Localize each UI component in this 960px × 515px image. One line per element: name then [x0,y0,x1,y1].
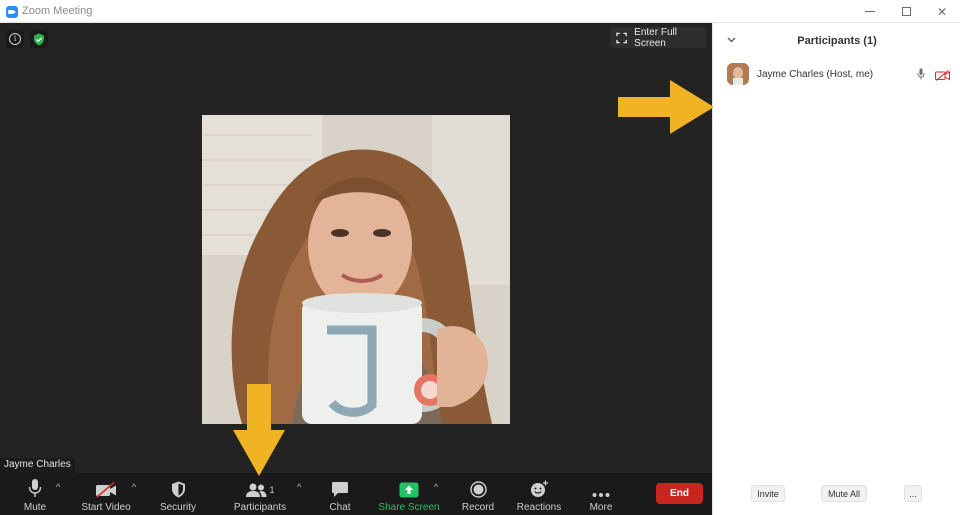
participant-row[interactable]: Jayme Charles (Host, me) [727,63,955,87]
close-button[interactable]: ✕ [924,0,960,23]
record-label: Record [461,502,495,513]
window-title: Zoom Meeting [22,5,93,17]
participants-panel-title-text: Participants (1) [797,35,877,47]
encryption-shield-button[interactable] [30,30,48,48]
title-bar: Zoom Meeting ✕ [0,0,960,23]
record-button[interactable]: Record [460,473,496,515]
reactions-label: Reactions [516,502,562,513]
enter-full-screen-button[interactable]: Enter Full Screen [610,26,706,49]
security-shield-icon [171,481,185,498]
video-area: i Enter Full Screen Jayme Charles [0,23,712,473]
participants-icon [246,483,267,497]
maximize-icon [901,7,911,16]
more-button[interactable]: More [586,473,616,515]
participant-video-image [202,115,510,424]
security-label: Security [159,502,197,513]
shield-check-icon [34,33,44,45]
security-button[interactable]: Security [158,473,198,515]
mute-button[interactable]: Mute [18,473,52,515]
mute-label: Mute [23,502,47,513]
mute-all-button[interactable]: Mute All [821,485,867,502]
reactions-button[interactable]: Reactions [516,473,562,515]
more-label: More [589,502,613,513]
invite-button[interactable]: Invite [751,485,785,502]
participants-panel-title: Participants (1) [713,35,960,47]
minimize-icon [865,11,875,12]
avatar [727,63,749,85]
video-off-icon [96,482,116,498]
participants-options-caret[interactable]: ^ [297,482,301,492]
minimize-button[interactable] [852,0,888,23]
audio-options-caret[interactable]: ^ [56,482,60,492]
microphone-icon [28,479,42,497]
fullscreen-icon [616,32,627,43]
participants-label: Participants [233,502,287,513]
zoom-logo-icon [6,6,18,18]
participant-video-off-icon[interactable] [935,68,950,86]
participant-mic-icon[interactable] [917,67,925,85]
start-video-label: Start Video [81,502,131,513]
chat-label: Chat [329,502,351,513]
start-video-button[interactable]: Start Video [80,473,132,515]
self-name-tag: Jayme Charles [0,458,75,473]
info-icon: i [9,33,21,45]
chat-bubble-icon [332,482,348,497]
panel-more-button[interactable]: ... [904,485,922,502]
end-meeting-button[interactable]: End [656,483,703,504]
participants-button[interactable]: 1 Participants [232,473,288,515]
self-video-tile [202,115,510,424]
video-options-caret[interactable]: ^ [132,482,136,492]
share-screen-label: Share Screen [378,502,440,513]
record-icon [469,481,487,498]
annotation-arrow-right-icon [618,80,714,134]
participant-name: Jayme Charles (Host, me) [757,69,874,80]
share-options-caret[interactable]: ^ [434,482,438,492]
meeting-toolbar: Mute ^ Start Video ^ Security 1 Particip… [0,473,712,515]
chat-button[interactable]: Chat [326,473,354,515]
participants-panel: Participants (1) Jayme Charles (Host, me… [712,23,960,515]
fullscreen-label: Enter Full Screen [634,26,677,49]
smiley-icon [530,480,548,497]
meeting-info-button[interactable]: i [6,30,24,48]
close-icon: ✕ [936,4,948,19]
participants-count: 1 [269,485,275,495]
share-screen-icon [399,482,419,498]
annotation-arrow-down-icon [233,384,285,476]
maximize-button[interactable] [888,0,924,23]
share-screen-button[interactable]: Share Screen [378,473,440,515]
more-dots-icon [592,493,610,497]
